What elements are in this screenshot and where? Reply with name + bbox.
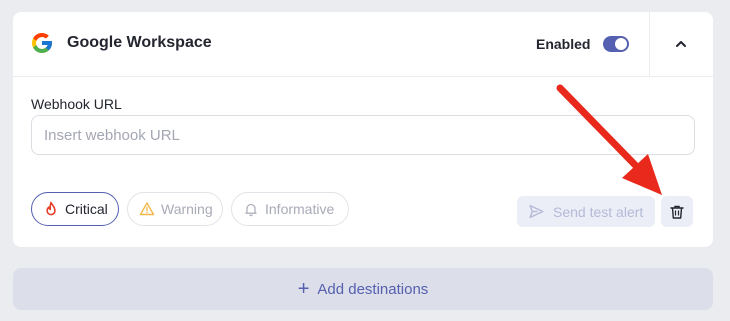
annotation-arrow [556, 84, 662, 195]
